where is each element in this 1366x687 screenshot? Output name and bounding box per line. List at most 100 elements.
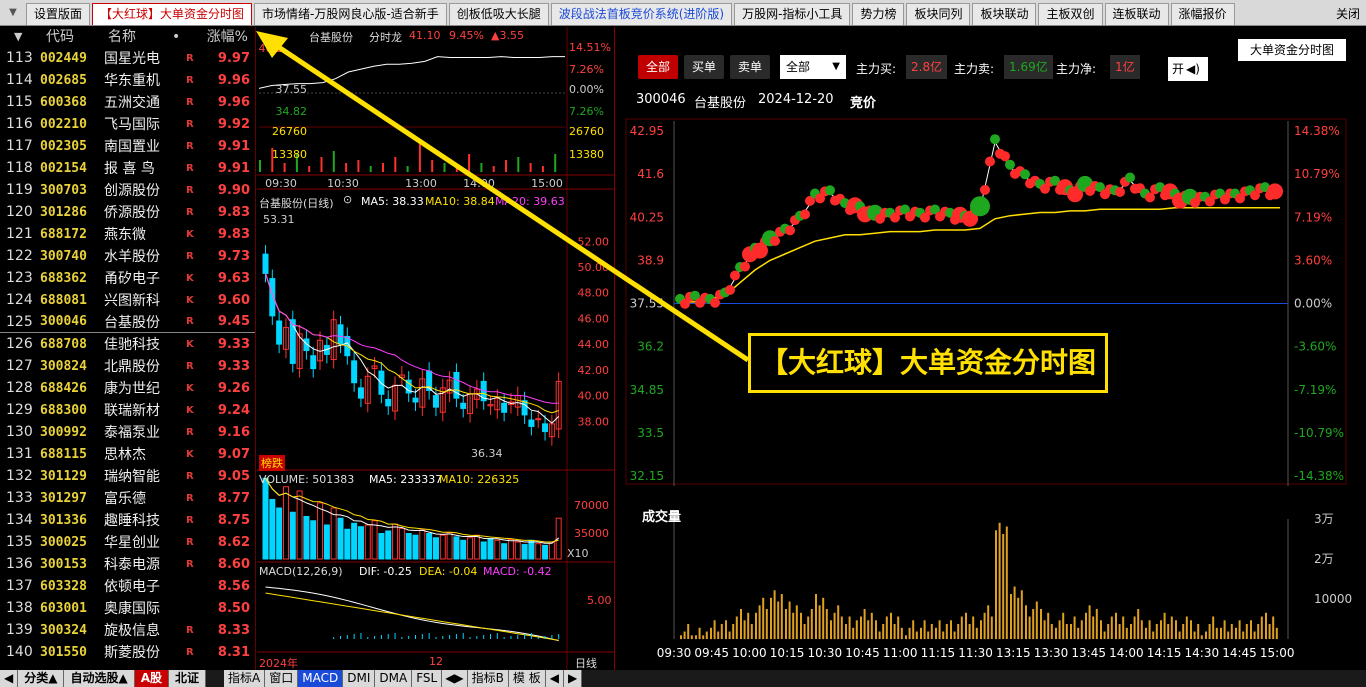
- filter-buy-button[interactable]: 买单: [684, 55, 725, 79]
- list-item[interactable]: 122 300740 水羊股份 R 9.73: [0, 245, 255, 267]
- kline-settings-icon[interactable]: ⊙: [343, 193, 352, 206]
- vol-bar: [1062, 612, 1065, 640]
- dma-tab[interactable]: DMA: [375, 670, 413, 687]
- volume-bar: [310, 520, 317, 560]
- list-item[interactable]: 114 002685 华东重机 R 9.96: [0, 69, 255, 91]
- vol-bar: [893, 624, 896, 639]
- left-price-tick: 32.15: [630, 469, 664, 483]
- tab-6[interactable]: 势力榜: [852, 3, 905, 25]
- list-item[interactable]: 137 603328 依顿电子 8.56: [0, 575, 255, 597]
- menu-icon[interactable]: ▼: [0, 0, 26, 25]
- kline-ma5: MA5: 38.33: [361, 195, 424, 208]
- list-item[interactable]: 134 301336 趣睡科技 R 8.75: [0, 509, 255, 531]
- close-button[interactable]: 关闭: [1336, 5, 1360, 22]
- vol-tick: 2万: [1314, 552, 1334, 566]
- collapse-icon[interactable]: ◀: [0, 670, 19, 687]
- volume-bar: [542, 544, 549, 560]
- list-item[interactable]: 120 301286 侨源股份 R 9.83: [0, 201, 255, 223]
- list-item[interactable]: 140 301550 斯菱股份 R 8.31: [0, 641, 255, 663]
- period-label[interactable]: 日线: [575, 655, 597, 671]
- category-button[interactable]: 分类▲: [18, 670, 65, 687]
- dmi-tab[interactable]: DMI: [343, 670, 376, 687]
- tab-0[interactable]: 设置版面: [26, 3, 91, 25]
- vol-bar: [807, 616, 810, 639]
- list-item[interactable]: 127 300824 北鼎股份 R 9.33: [0, 355, 255, 377]
- list-item[interactable]: 113 002449 国星光电 R 9.97: [0, 47, 255, 69]
- header-name[interactable]: 名称: [104, 27, 172, 47]
- title-button[interactable]: 大单资金分时图: [1238, 39, 1346, 61]
- volume-bar: [521, 544, 528, 560]
- tab-11[interactable]: 涨幅报价: [1170, 3, 1235, 25]
- time-label: 13:30: [1034, 646, 1069, 660]
- filter-sell-button[interactable]: 卖单: [730, 55, 771, 79]
- list-item[interactable]: 128 688426 康为世纪 K 9.26: [0, 377, 255, 399]
- tab-9[interactable]: 主板双创: [1038, 3, 1103, 25]
- indicator-b-tab[interactable]: 指标B: [467, 670, 509, 687]
- template-tab[interactable]: 模 板: [508, 670, 546, 687]
- sort-arrow-icon[interactable]: ▼: [0, 27, 40, 47]
- list-item[interactable]: 129 688300 联瑞新材 K 9.24: [0, 399, 255, 421]
- row-number: 140: [6, 644, 33, 660]
- list-item[interactable]: 125 300046 台基股份 R 9.45: [0, 311, 255, 333]
- order-type-select[interactable]: 全部 ▼: [780, 55, 846, 79]
- list-item[interactable]: 136 300153 科泰电源 R 8.60: [0, 553, 255, 575]
- list-item[interactable]: 132 301129 瑞纳智能 R 9.05: [0, 465, 255, 487]
- tab-2[interactable]: 市场情绪-万股网良心版-适合新手: [254, 3, 447, 25]
- volume-bar: [276, 507, 283, 560]
- list-item[interactable]: 115 600368 五洲交通 R 9.96: [0, 91, 255, 113]
- vol-bar: [960, 616, 963, 639]
- header-code[interactable]: 代码: [40, 27, 104, 47]
- mini-volume-bar: [320, 157, 323, 172]
- stock-name: 康为世纪: [104, 381, 160, 397]
- list-item[interactable]: 123 688362 甬矽电子 K 9.63: [0, 267, 255, 289]
- expand-icon[interactable]: ◀▶: [442, 670, 468, 687]
- list-item[interactable]: 118 002154 报 喜 鸟 R 9.91: [0, 157, 255, 179]
- beijing-button[interactable]: 北证: [169, 670, 207, 687]
- tab-5[interactable]: 万股网-指标小工具: [734, 3, 851, 25]
- macd-tab[interactable]: MACD: [298, 670, 344, 687]
- filter-all-button[interactable]: 全部: [638, 55, 679, 79]
- header-dot: •: [172, 29, 181, 45]
- window-tab[interactable]: 窗口: [265, 670, 299, 687]
- fsl-tab[interactable]: FSL: [412, 670, 443, 687]
- list-item[interactable]: 116 002210 飞马国际 R 9.92: [0, 113, 255, 135]
- tab-4[interactable]: 波段战法首板竞价系统(进阶版): [550, 3, 733, 25]
- tab-8[interactable]: 板块联动: [972, 3, 1037, 25]
- list-item[interactable]: 138 603001 奥康国际 8.50: [0, 597, 255, 619]
- header-pct[interactable]: 涨幅%: [196, 27, 248, 47]
- vol-bar: [1275, 627, 1278, 640]
- tab-7[interactable]: 板块同列: [906, 3, 971, 25]
- stock-code: 600368: [40, 94, 87, 110]
- list-item[interactable]: 130 300992 泰福泵业 R 9.16: [0, 421, 255, 443]
- tab-1[interactable]: 【大红球】大单资金分时图: [92, 3, 253, 25]
- a-share-button[interactable]: A股: [134, 670, 169, 687]
- list-item[interactable]: 119 300703 创源股份 R 9.90: [0, 179, 255, 201]
- stock-code: 002449: [40, 50, 87, 66]
- mini-volume-bar: [505, 160, 507, 172]
- vol-bar: [758, 605, 761, 640]
- sound-toggle[interactable]: 开 ◀): [1168, 57, 1208, 81]
- auto-select-button[interactable]: 自动选股▲: [64, 670, 135, 687]
- list-item[interactable]: 135 300025 华星创业 R 8.62: [0, 531, 255, 553]
- stock-pct: 8.60: [217, 556, 250, 572]
- time-label: 15:00: [1260, 646, 1295, 660]
- list-item[interactable]: 133 301297 富乐德 R 8.77: [0, 487, 255, 509]
- vol-bar: [1095, 609, 1098, 639]
- stock-pct: 8.62: [217, 534, 250, 550]
- list-item[interactable]: 126 688708 佳驰科技 K 9.33: [0, 333, 255, 355]
- vol-bar: [750, 624, 753, 639]
- vol-bar: [945, 624, 948, 639]
- tab-10[interactable]: 连板联动: [1104, 3, 1169, 25]
- list-item[interactable]: 131 688115 思林杰 K 9.07: [0, 443, 255, 465]
- tab-3[interactable]: 创板低吸大长腿: [448, 3, 549, 25]
- scroll-right-icon[interactable]: ▶: [563, 670, 583, 687]
- list-item[interactable]: 139 300324 旋极信息 R 8.33: [0, 619, 255, 641]
- scroll-left-icon[interactable]: ◀: [545, 670, 564, 687]
- indicator-a-tab[interactable]: 指标A: [224, 670, 266, 687]
- trade-date: 2024-12-20: [758, 92, 834, 107]
- list-item[interactable]: 124 688081 兴图新科 K 9.60: [0, 289, 255, 311]
- list-item[interactable]: 121 688172 燕东微 K 9.83: [0, 223, 255, 245]
- list-item[interactable]: 117 002305 南国置业 R 9.91: [0, 135, 255, 157]
- stock-pct: 9.24: [217, 402, 250, 418]
- vol-bar: [1245, 624, 1248, 639]
